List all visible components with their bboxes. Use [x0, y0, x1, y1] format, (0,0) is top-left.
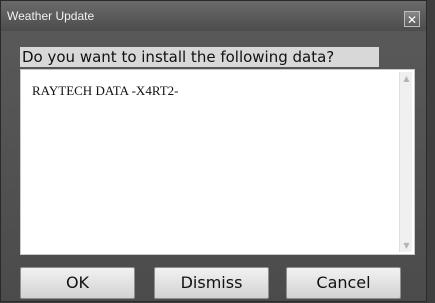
button-row: OK Dismiss Cancel — [1, 267, 426, 303]
ok-button[interactable]: OK — [20, 267, 135, 299]
close-icon: ✕ — [406, 13, 418, 27]
scroll-down-icon[interactable]: ▼ — [401, 240, 412, 251]
scroll-up-icon[interactable]: ▲ — [401, 73, 412, 84]
window-title: Weather Update — [7, 9, 95, 23]
title-bar: Weather Update ✕ — [1, 1, 426, 31]
cancel-button[interactable]: Cancel — [286, 267, 401, 299]
data-list-box: RAYTECH DATA -X4RT2- ▲ ▼ — [20, 69, 415, 255]
close-button[interactable]: ✕ — [404, 11, 420, 27]
data-item: RAYTECH DATA -X4RT2- — [32, 83, 179, 98]
install-question: Do you want to install the following dat… — [20, 47, 379, 67]
vertical-scrollbar[interactable]: ▲ ▼ — [399, 72, 412, 252]
dismiss-button[interactable]: Dismiss — [154, 267, 269, 299]
weather-update-dialog: Weather Update ✕ Do you want to install … — [0, 0, 427, 302]
